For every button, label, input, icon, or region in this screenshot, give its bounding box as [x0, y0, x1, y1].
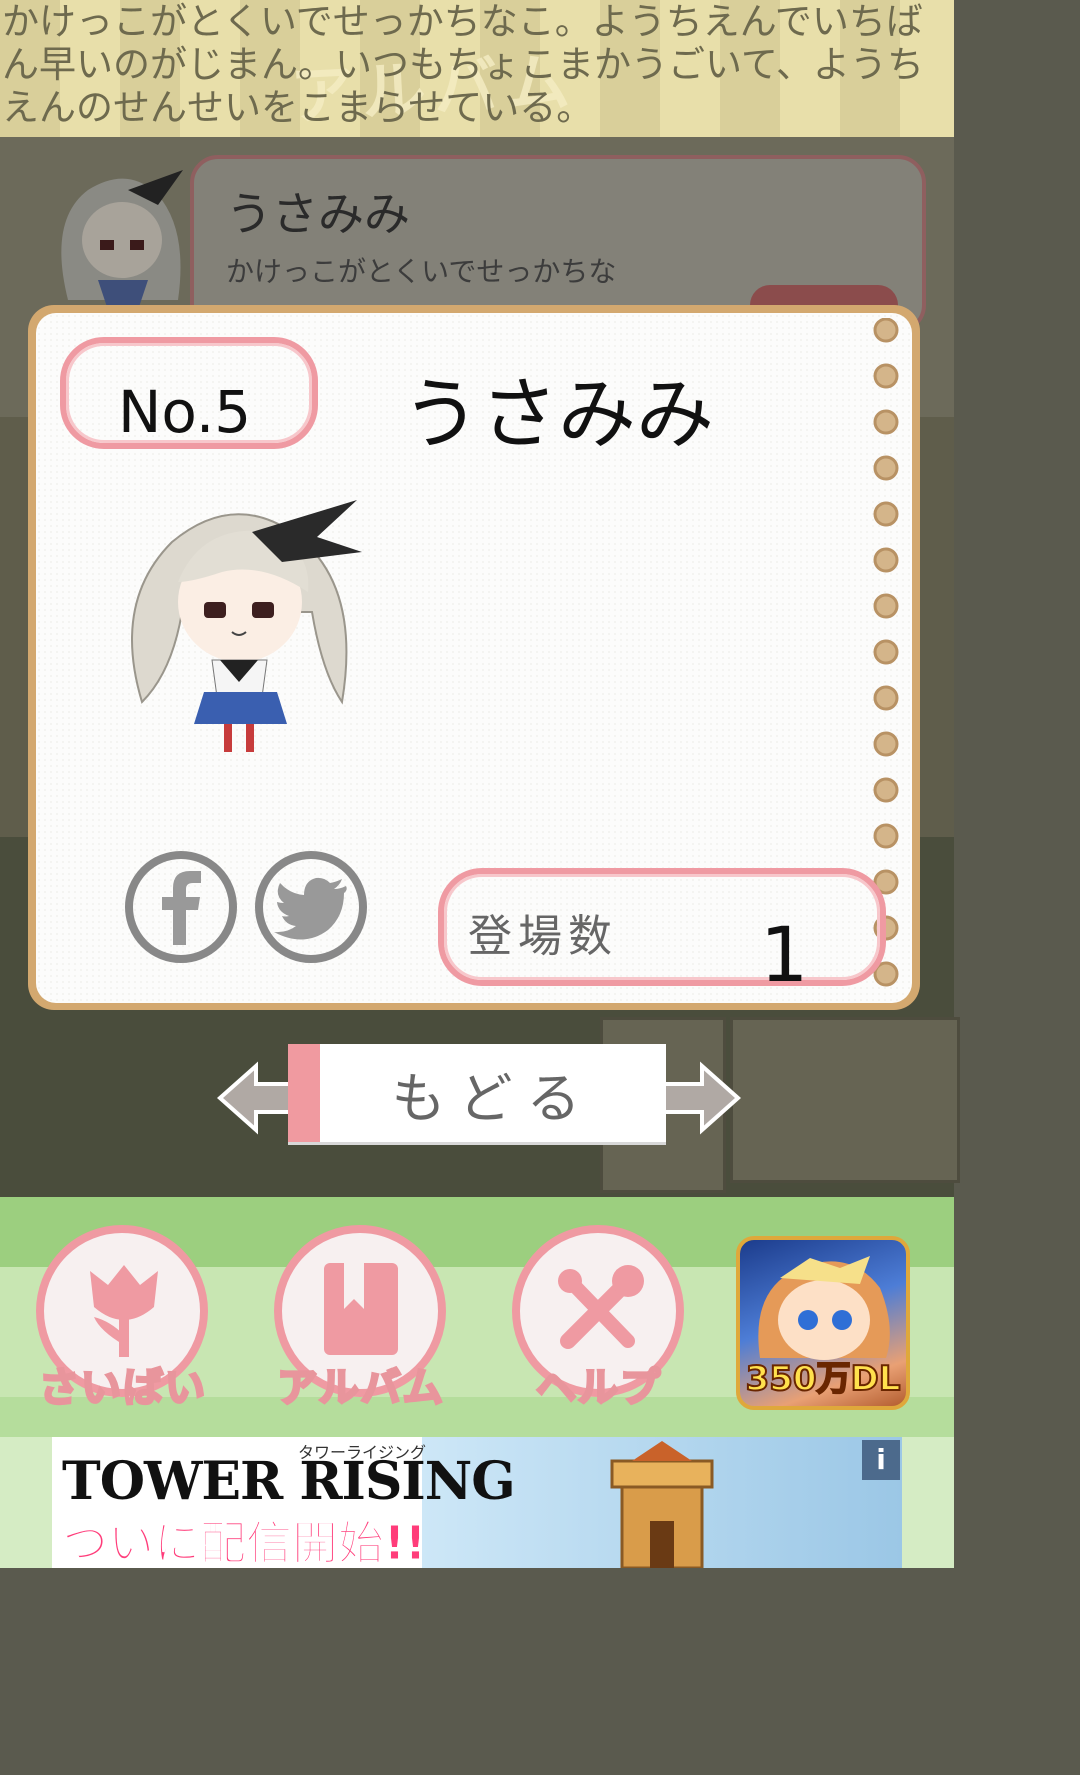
character-number: No.5 — [118, 378, 252, 446]
tulip-icon — [90, 1265, 158, 1357]
character-name: うさみみ — [402, 370, 715, 460]
back-button[interactable]: もどる — [288, 1044, 666, 1142]
nav-help-button[interactable]: ヘルプ — [504, 1225, 694, 1415]
album-book-icon — [324, 1263, 398, 1355]
previous-arrow-icon[interactable] — [216, 1060, 296, 1136]
nav-label-help: ヘルプ — [535, 1364, 662, 1413]
facebook-share-icon[interactable] — [124, 850, 238, 964]
promo-download-count: 350万DL — [745, 1358, 902, 1400]
list-character-description: かけっこがとくいでせっかちな — [226, 255, 617, 288]
nav-album-button[interactable]: アルバム — [266, 1225, 456, 1415]
back-button-label: もどる — [391, 1066, 595, 1130]
list-character-name: うさみみ — [226, 187, 410, 241]
twitter-share-icon[interactable] — [254, 850, 368, 964]
character-portrait — [131, 500, 362, 752]
ad-info-icon[interactable]: i — [862, 1440, 900, 1480]
character-thumbnail — [61, 170, 183, 310]
header-bar: アルバム かけっこがとくいでせっかちなこ。ようちえんでいちばん早いのがじまん。い… — [0, 0, 954, 137]
nav-label-album: アルバム — [276, 1364, 445, 1413]
nav-cultivate-button[interactable]: さいばい — [28, 1225, 218, 1415]
promo-character-icon — [758, 1256, 890, 1360]
nav-label-cultivate: さいばい — [38, 1364, 207, 1413]
ad-title: TOWER RISING — [62, 1451, 516, 1512]
tools-icon — [558, 1265, 644, 1349]
appearance-count-label: 登場数 — [468, 911, 618, 962]
description-ticker: かけっこがとくいでせっかちなこ。ようちえんでいちばん早いのがじまん。いつもちょこ… — [2, 0, 925, 129]
promo-app-icon[interactable]: 350万DL — [736, 1236, 910, 1410]
next-arrow-icon[interactable] — [662, 1060, 742, 1136]
ad-banner[interactable]: タワーライジング TOWER RISING ついに配信開始!! — [52, 1437, 902, 1568]
ad-tower-illustration — [610, 1441, 714, 1568]
ad-tagline: ついに配信開始!! — [62, 1516, 427, 1569]
appearance-count-value: 1 — [760, 910, 809, 999]
